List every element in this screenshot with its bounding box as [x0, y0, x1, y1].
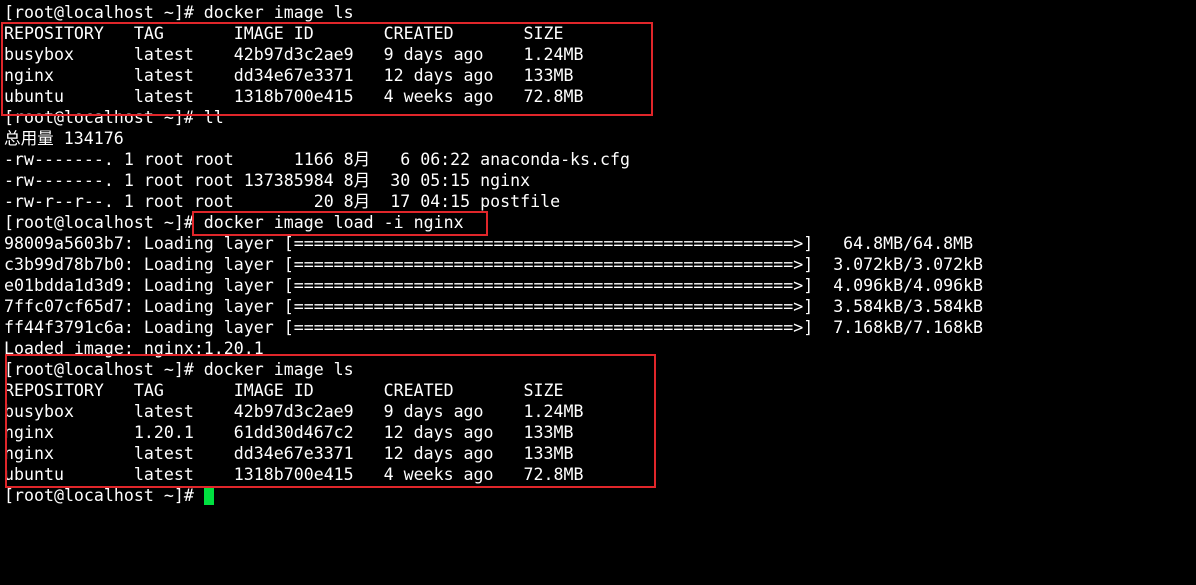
terminal-line-9: -rw-------. 1 root root 137385984 8月 30 … — [4, 171, 531, 190]
terminal-line-10: -rw-r--r--. 1 root root 20 8月 17 04:15 p… — [4, 192, 561, 211]
terminal-line-1: [root@localhost ~]# docker image ls — [4, 3, 354, 22]
terminal-line-22: nginx latest dd34e67e3371 12 days ago 13… — [4, 444, 574, 463]
terminal-line-17: Loaded image: nginx:1.20.1 — [4, 339, 264, 358]
terminal-line-21: nginx 1.20.1 61dd30d467c2 12 days ago 13… — [4, 423, 574, 442]
terminal-line-18: [root@localhost ~]# docker image ls — [4, 360, 354, 379]
terminal-line-20: busybox latest 42b97d3c2ae9 9 days ago 1… — [4, 402, 584, 421]
terminal-line-5: ubuntu latest 1318b700e415 4 weeks ago 7… — [4, 87, 584, 106]
terminal-window[interactable]: [root@localhost ~]# docker image ls REPO… — [0, 0, 1196, 585]
terminal-line-7: 总用量 134176 — [4, 129, 124, 148]
terminal-line-19: REPOSITORY TAG IMAGE ID CREATED SIZE — [4, 381, 564, 400]
terminal-line-3: busybox latest 42b97d3c2ae9 9 days ago 1… — [4, 45, 584, 64]
terminal-line-11: [root@localhost ~]# docker image load -i… — [4, 213, 464, 232]
terminal-cursor[interactable] — [203, 486, 214, 505]
terminal-line-13: c3b99d78b7b0: Loading layer [===========… — [4, 255, 984, 274]
terminal-line-15: 7ffc07cf65d7: Loading layer [===========… — [4, 297, 984, 316]
terminal-line-16: ff44f3791c6a: Loading layer [===========… — [4, 318, 984, 337]
terminal-prompt: [root@localhost ~]# — [4, 486, 204, 505]
terminal-line-2: REPOSITORY TAG IMAGE ID CREATED SIZE — [4, 24, 564, 43]
terminal-line-8: -rw-------. 1 root root 1166 8月 6 06:22 … — [4, 150, 631, 169]
terminal-line-14: e01bdda1d3d9: Loading layer [===========… — [4, 276, 984, 295]
terminal-line-6: [root@localhost ~]# ll — [4, 108, 224, 127]
terminal-prompt-line[interactable]: [root@localhost ~]# — [4, 485, 214, 506]
terminal-line-4: nginx latest dd34e67e3371 12 days ago 13… — [4, 66, 574, 85]
terminal-line-23: ubuntu latest 1318b700e415 4 weeks ago 7… — [4, 465, 584, 484]
terminal-line-12: 98009a5603b7: Loading layer [===========… — [4, 234, 974, 253]
